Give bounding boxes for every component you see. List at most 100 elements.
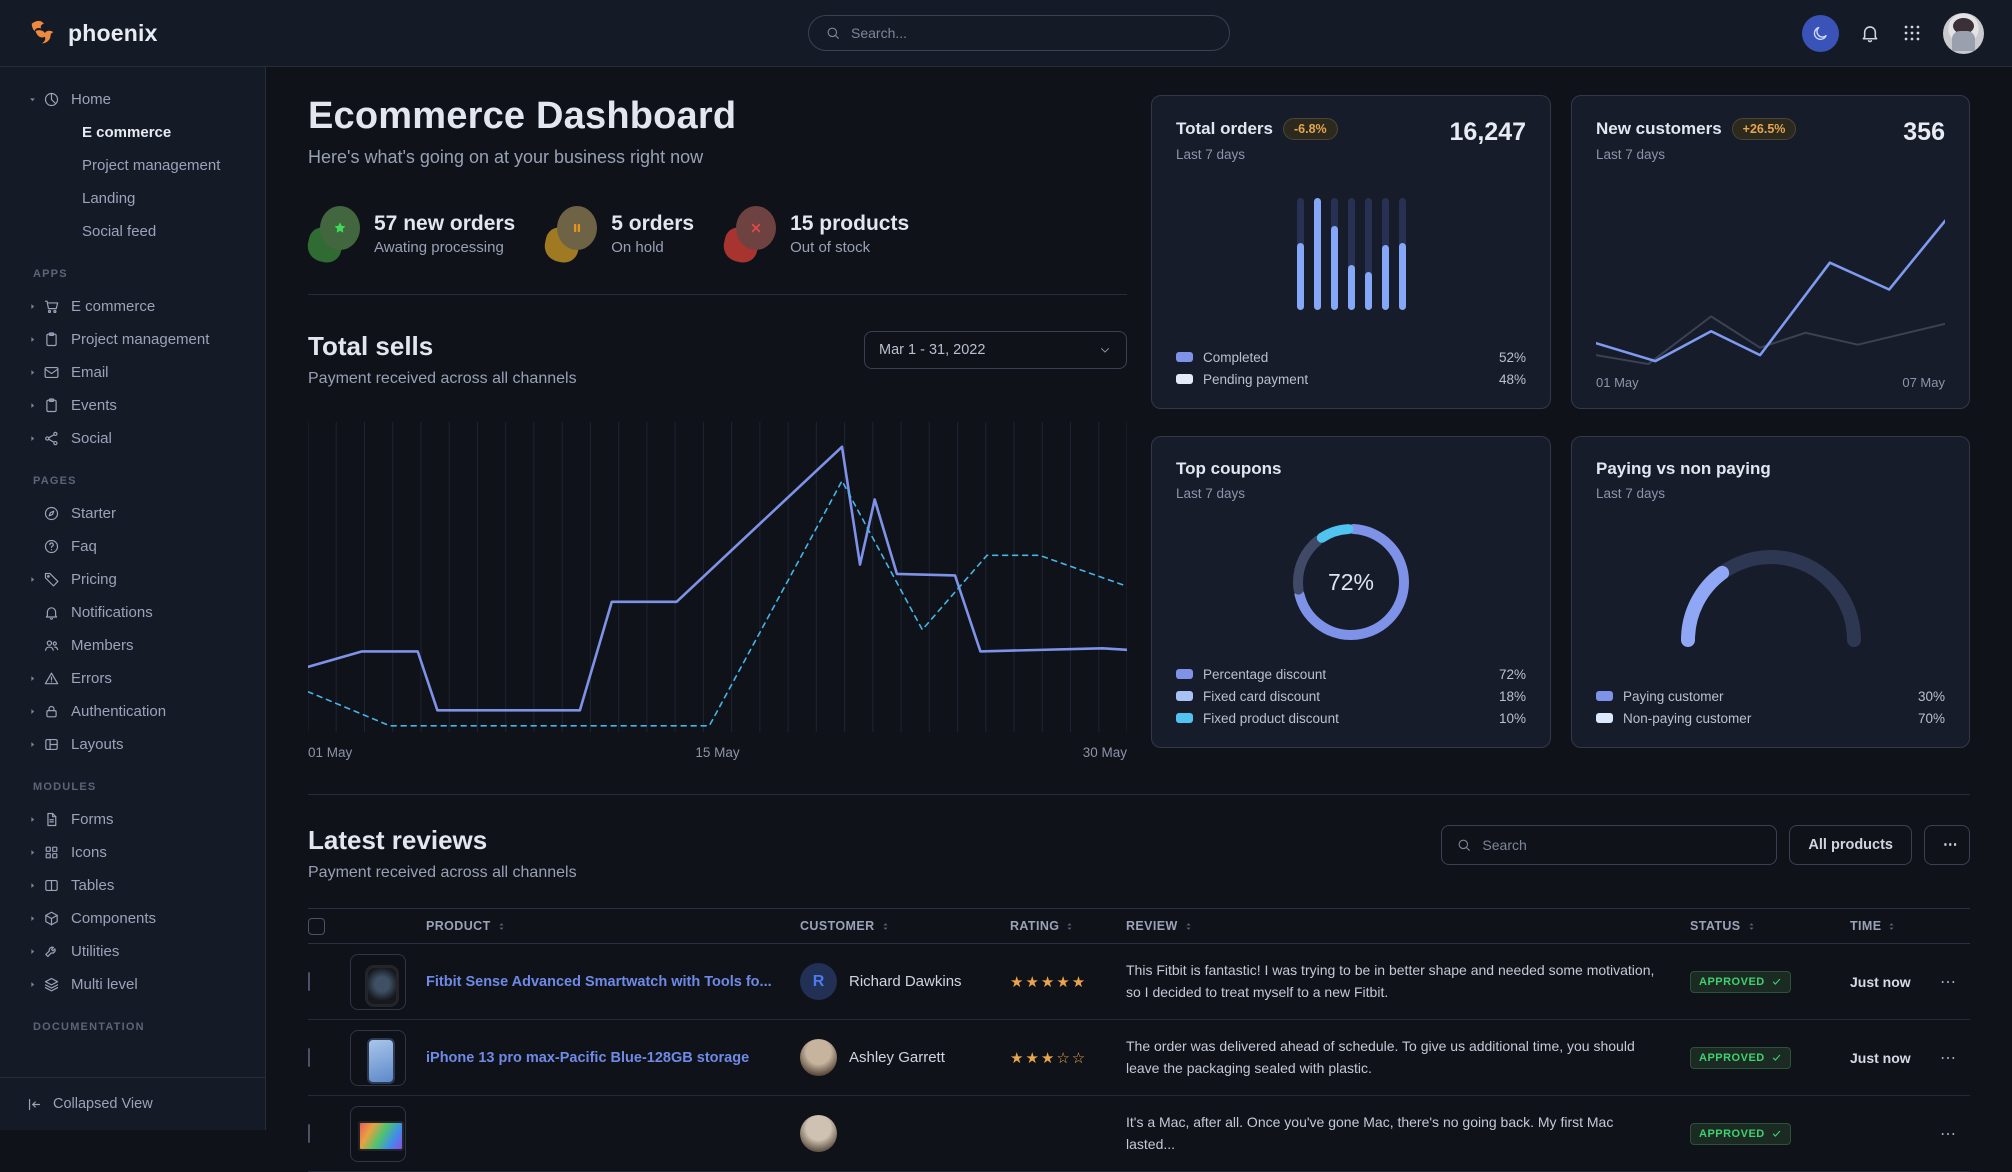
- global-search[interactable]: [808, 15, 1230, 51]
- sidebar-item-icons[interactable]: Icons: [0, 836, 265, 869]
- sidebar-item-errors[interactable]: Errors: [0, 662, 265, 695]
- product-thumbnail-watch[interactable]: [350, 954, 406, 1010]
- sidebar-item-notifications[interactable]: Notifications: [0, 596, 265, 629]
- row-actions-button[interactable]: ⋯: [1940, 1124, 1957, 1144]
- column-header-customer[interactable]: CUSTOMER: [800, 919, 1010, 933]
- columns-icon: [43, 877, 60, 894]
- bell-icon: [43, 604, 71, 621]
- stat-value: 15 products: [790, 212, 909, 236]
- column-header-product[interactable]: PRODUCT: [426, 919, 800, 933]
- all-products-button[interactable]: All products: [1789, 825, 1912, 865]
- sidebar-item-components[interactable]: Components: [0, 902, 265, 935]
- collapsed-view-toggle[interactable]: Collapsed View: [0, 1077, 265, 1130]
- sidebar-item-e-commerce[interactable]: E commerce: [0, 290, 265, 323]
- new-customers-title: New customers: [1596, 119, 1722, 139]
- brand-name: phoenix: [68, 20, 158, 47]
- sidebar-subitem-landing[interactable]: Landing: [0, 182, 265, 215]
- sidebar-item-layouts[interactable]: Layouts: [0, 728, 265, 761]
- row-checkbox[interactable]: [308, 1124, 310, 1143]
- customer-avatar[interactable]: R: [800, 963, 837, 1000]
- customer-avatar[interactable]: [800, 1039, 837, 1076]
- brand[interactable]: phoenix: [28, 18, 158, 48]
- caret-right-icon: [28, 335, 43, 344]
- sidebar-item-forms[interactable]: Forms: [0, 803, 265, 836]
- box-icon: [43, 910, 71, 927]
- latest-reviews-subtitle: Payment received across all channels: [308, 864, 577, 882]
- sidebar-item-faq[interactable]: Faq: [0, 530, 265, 563]
- apps-menu-button[interactable]: [1901, 22, 1923, 44]
- main-content: Ecommerce Dashboard Here's what's going …: [266, 67, 2012, 1172]
- clipboard-icon: [43, 397, 60, 414]
- compass-icon: [43, 505, 71, 522]
- sidebar-item-multi-level[interactable]: Multi level: [0, 968, 265, 1001]
- total-orders-legend: Completed52%Pending payment48%: [1176, 346, 1526, 390]
- customer-cell: RRichard Dawkins: [800, 963, 1010, 1000]
- sidebar-subitem-project-management[interactable]: Project management: [0, 149, 265, 182]
- sidebar-item-email[interactable]: Email: [0, 356, 265, 389]
- sidebar-item-utilities[interactable]: Utilities: [0, 935, 265, 968]
- global-search-input[interactable]: [851, 25, 1213, 41]
- caret-right-icon: [28, 401, 43, 410]
- sidebar-item-label: Errors: [71, 670, 112, 687]
- sidebar-item-label: Members: [71, 637, 134, 654]
- customer-cell: [800, 1115, 1010, 1152]
- moon-icon: [1811, 24, 1830, 43]
- status-badge: APPROVED: [1690, 1123, 1791, 1145]
- top-coupons-center-value: 72%: [1328, 569, 1374, 596]
- sidebar-item-label: Events: [71, 397, 117, 414]
- product-thumbnail-phone[interactable]: [350, 1030, 406, 1086]
- row-checkbox[interactable]: [308, 972, 310, 991]
- sidebar-item-home[interactable]: Home: [0, 83, 265, 116]
- reviews-search-input[interactable]: [1482, 837, 1762, 853]
- column-header-status[interactable]: STATUS: [1690, 919, 1850, 933]
- column-header-rating[interactable]: RATING: [1010, 919, 1126, 933]
- review-text: It's a Mac, after all. Once you've gone …: [1126, 1112, 1666, 1155]
- column-label: REVIEW: [1126, 919, 1178, 933]
- bar-fill: [1331, 226, 1338, 310]
- sidebar-item-tables[interactable]: Tables: [0, 869, 265, 902]
- sort-icon: [1064, 921, 1075, 932]
- sidebar-item-members[interactable]: Members: [0, 629, 265, 662]
- column-label: CUSTOMER: [800, 919, 875, 933]
- bar: [1382, 198, 1389, 310]
- x-label-start: 01 May: [308, 745, 352, 760]
- select-all-checkbox[interactable]: [308, 918, 325, 935]
- reviews-more-button[interactable]: ⋯: [1924, 825, 1970, 865]
- caret-right-icon: [28, 914, 43, 923]
- column-header-review[interactable]: REVIEW: [1126, 919, 1690, 933]
- row-actions-button[interactable]: ⋯: [1940, 972, 1957, 992]
- sidebar-item-pricing[interactable]: Pricing: [0, 563, 265, 596]
- stats-row: 57 new ordersAwating processing5 ordersO…: [308, 206, 1127, 262]
- date-range-select[interactable]: Mar 1 - 31, 2022: [864, 331, 1127, 369]
- columns-icon: [43, 877, 71, 894]
- sidebar-item-project-management[interactable]: Project management: [0, 323, 265, 356]
- sidebar-subitem-e-commerce[interactable]: E commerce: [0, 116, 265, 149]
- caret-right-icon: [28, 740, 43, 749]
- legend-item: Percentage discount72%: [1176, 663, 1526, 685]
- column-header-time[interactable]: TIME: [1850, 919, 1940, 933]
- theme-toggle-button[interactable]: [1802, 15, 1839, 52]
- warning-icon: [43, 670, 71, 687]
- top-coupons-title: Top coupons: [1176, 459, 1281, 479]
- customer-avatar[interactable]: [800, 1115, 837, 1152]
- notifications-button[interactable]: [1859, 22, 1881, 44]
- product-link[interactable]: Fitbit Sense Advanced Smartwatch with To…: [426, 974, 772, 990]
- caret-right-icon: [28, 575, 43, 584]
- sidebar-item-events[interactable]: Events: [0, 389, 265, 422]
- sidebar-item-social[interactable]: Social: [0, 422, 265, 455]
- reviews-search[interactable]: [1441, 825, 1777, 865]
- new-customers-value: 356: [1903, 118, 1945, 162]
- row-checkbox[interactable]: [308, 1048, 310, 1067]
- product-link[interactable]: iPhone 13 pro max-Pacific Blue-128GB sto…: [426, 1050, 749, 1066]
- product-thumbnail-laptop[interactable]: [350, 1106, 406, 1162]
- review-table-row: Fitbit Sense Advanced Smartwatch with To…: [308, 944, 1970, 1020]
- user-avatar[interactable]: [1943, 13, 1984, 54]
- sidebar-subitem-social-feed[interactable]: Social feed: [0, 215, 265, 248]
- sidebar-item-starter[interactable]: Starter: [0, 497, 265, 530]
- sidebar-item-label: Utilities: [71, 943, 119, 960]
- users-icon: [43, 637, 60, 654]
- rating-stars: ★★★☆☆: [1010, 1049, 1126, 1067]
- row-actions-button[interactable]: ⋯: [1940, 1048, 1957, 1068]
- sidebar-item-authentication[interactable]: Authentication: [0, 695, 265, 728]
- paying-title: Paying vs non paying: [1596, 459, 1771, 479]
